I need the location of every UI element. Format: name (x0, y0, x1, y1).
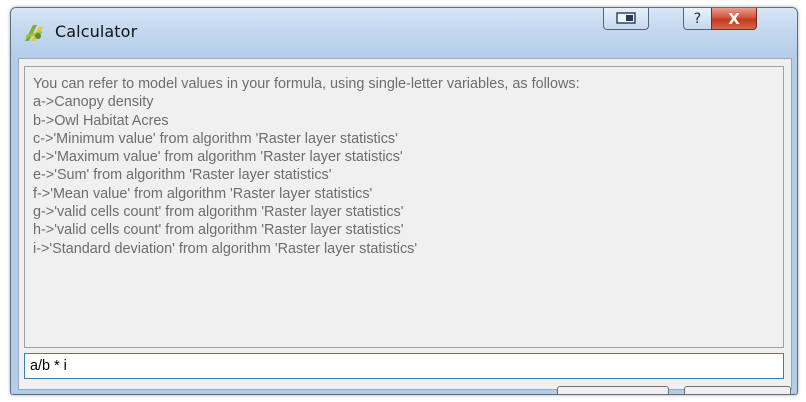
ok-button[interactable]: OK (557, 386, 669, 394)
info-line-h: h->'valid cells count' from algorithm 'R… (33, 222, 404, 239)
info-line-g: g->'valid cells count' from algorithm 'R… (33, 204, 404, 221)
info-line-f: f->'Mean value' from algorithm 'Raster l… (33, 185, 373, 202)
info-line-b: b->Owl Habitat Acres (33, 112, 169, 129)
title-bar[interactable]: Calculator ? X (11, 8, 797, 58)
restore-window-icon (616, 9, 636, 28)
info-line-i: i->'Standard deviation' from algorithm '… (33, 240, 418, 257)
window-title: Calculator (55, 22, 138, 41)
info-line-e: e->'Sum' from algorithm 'Raster layer st… (33, 167, 332, 184)
close-button[interactable]: X (711, 8, 757, 30)
dialog-body: You can refer to model values in your fo… (18, 58, 792, 394)
variables-info-panel: You can refer to model values in your fo… (24, 66, 784, 348)
info-intro-line: You can refer to model values in your fo… (33, 76, 580, 92)
help-button[interactable]: ? (683, 8, 711, 30)
restore-button[interactable] (603, 8, 649, 30)
info-line-c: c->'Minimum value' from algorithm 'Raste… (33, 130, 398, 147)
calculator-window: Calculator ? X You can refer to model va… (10, 7, 798, 395)
close-icon: X (728, 9, 740, 28)
formula-input[interactable] (24, 353, 784, 379)
qgis-logo-icon (23, 21, 45, 43)
cancel-button[interactable]: Cancel (684, 386, 791, 394)
info-line-d: d->'Maximum value' from algorithm 'Raste… (33, 149, 403, 166)
help-icon: ? (693, 10, 702, 27)
info-line-a: a->Canopy density (33, 94, 154, 111)
